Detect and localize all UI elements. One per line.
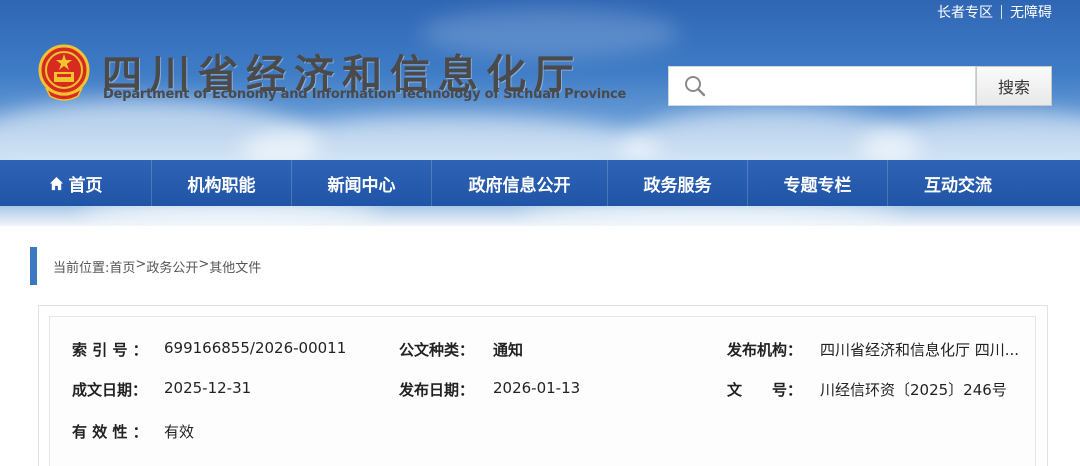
- accessibility-link[interactable]: 无障碍: [1010, 2, 1052, 22]
- created-date-label: 成文日期：: [72, 381, 148, 399]
- nav-item-topics[interactable]: 专题专栏: [748, 160, 888, 206]
- breadcrumb: 当前位置: 首页 > 政务公开 > 其他文件: [53, 257, 261, 276]
- nav-item-interaction[interactable]: 互动交流: [888, 160, 1028, 206]
- nav-item-label: 专题专栏: [783, 175, 852, 196]
- site-subtitle: Department of Economy and Information Te…: [103, 87, 627, 102]
- nav-item-label: 新闻中心: [327, 175, 396, 196]
- published-date-value: 2026-01-13: [493, 379, 581, 397]
- nav-item-services[interactable]: 政务服务: [608, 160, 748, 206]
- nav-item-home[interactable]: 首页: [0, 160, 152, 206]
- breadcrumb-other-files-link[interactable]: 其他文件: [209, 257, 261, 276]
- nav-item-label: 机构职能: [187, 175, 256, 196]
- nav-item-label: 政务服务: [643, 175, 712, 196]
- doc-category-value: 通知: [493, 341, 524, 359]
- breadcrumb-gov-affairs-link[interactable]: 政务公开: [146, 257, 198, 276]
- breadcrumb-separator: >: [135, 256, 147, 272]
- breadcrumb-separator: >: [198, 256, 210, 272]
- main-nav: 首页 机构职能 新闻中心 政府信息公开 政务服务 专题专栏 互动交流: [0, 160, 1080, 206]
- nav-item-label: 首页: [68, 175, 103, 196]
- nav-item-organization[interactable]: 机构职能: [152, 160, 292, 206]
- search-button[interactable]: 搜索: [976, 66, 1052, 106]
- created-date-value: 2025-12-31: [164, 379, 252, 397]
- nav-item-label: 政府信息公开: [468, 175, 571, 196]
- breadcrumb-accent: [30, 247, 37, 285]
- published-date-label: 发布日期：: [399, 381, 475, 399]
- document-number-label: 文 号：: [727, 381, 803, 399]
- validity-label: 有 效 性 ：: [72, 423, 148, 441]
- site-header: 长者专区 无障碍 四川省经济和信息化厅 Department of Econom…: [0, 0, 1080, 160]
- info-row: 有 效 性 ： 有效: [50, 421, 1035, 445]
- index-number-label: 索 引 号 ：: [72, 341, 148, 359]
- publisher-label: 发布机构：: [727, 341, 803, 359]
- validity-value: 有效: [164, 423, 195, 441]
- top-links: 长者专区 无障碍: [937, 2, 1052, 22]
- index-number-value: 699166855/2026-00011: [164, 339, 347, 357]
- document-number-value: 川经信环资〔2025〕246号: [820, 381, 1007, 399]
- national-emblem-icon: [38, 44, 90, 101]
- nav-item-gov-info[interactable]: 政府信息公开: [432, 160, 608, 206]
- home-icon: [49, 176, 63, 190]
- nav-item-news[interactable]: 新闻中心: [292, 160, 432, 206]
- search-box: [668, 66, 976, 106]
- info-row: 索 引 号 ： 699166855/2026-00011 公文种类： 通知 发布…: [50, 339, 1035, 363]
- breadcrumb-home-link[interactable]: 首页: [109, 257, 135, 276]
- search-icon: [685, 76, 706, 97]
- breadcrumb-bar: 当前位置: 首页 > 政务公开 > 其他文件: [30, 247, 261, 285]
- nav-item-label: 互动交流: [924, 175, 992, 196]
- doc-category-label: 公文种类：: [399, 341, 475, 359]
- decorative-sky-strip: [0, 206, 1080, 226]
- elderly-zone-link[interactable]: 长者专区: [937, 2, 993, 22]
- top-links-divider: [1001, 5, 1002, 19]
- breadcrumb-prefix: 当前位置:: [53, 260, 110, 276]
- publisher-value: 四川省经济和信息化厅 四川...: [820, 341, 1020, 359]
- document-info-table: 索 引 号 ： 699166855/2026-00011 公文种类： 通知 发布…: [49, 316, 1036, 466]
- info-row: 成文日期： 2025-12-31 发布日期： 2026-01-13 文 号： 川…: [50, 379, 1035, 403]
- search-input[interactable]: [715, 68, 975, 104]
